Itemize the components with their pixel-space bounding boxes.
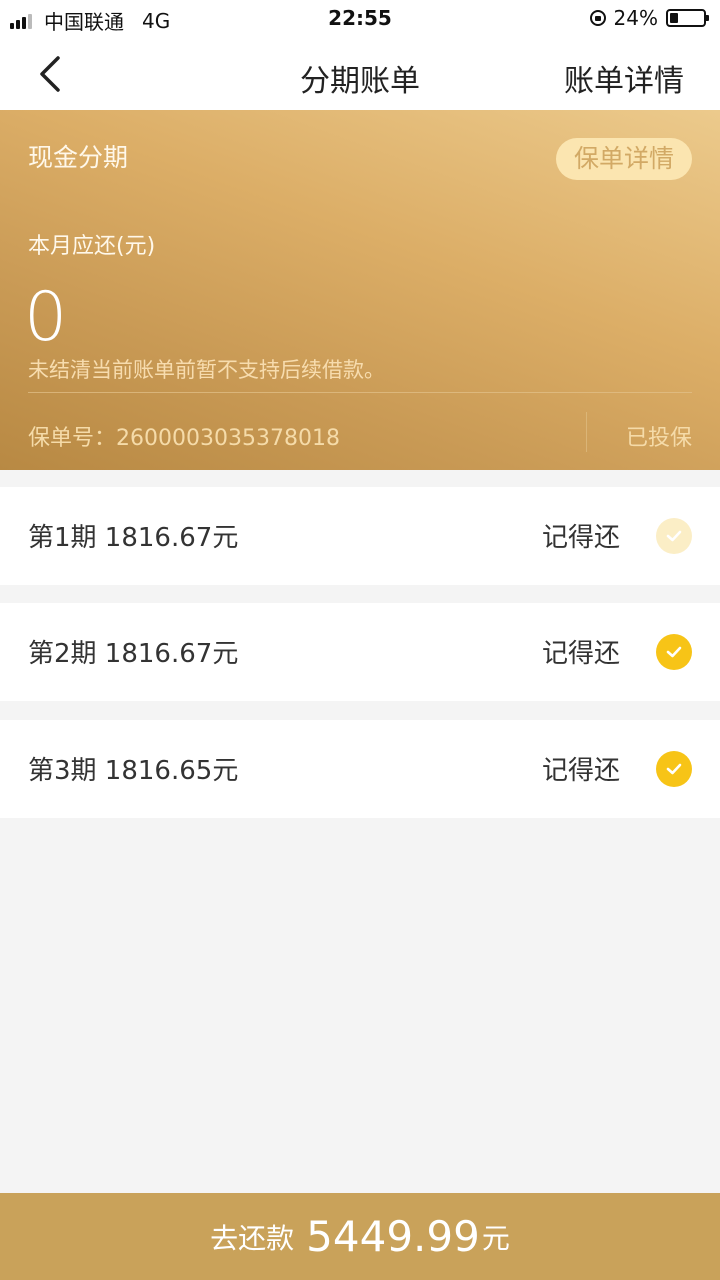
card-title: 现金分期	[28, 143, 129, 172]
repay-button[interactable]: 去还款 5449.99 元	[0, 1193, 720, 1280]
policy-details-button[interactable]: 保单详情	[555, 138, 692, 180]
page: 中国联通 4G 22:55 24% 分期账单 账单详情 现金分期 保单详情 本月…	[0, 0, 720, 1280]
monthly-due-amount: 0	[24, 278, 68, 357]
repay-unit: 元	[481, 1221, 510, 1255]
reminder-label: 记得还	[541, 756, 620, 786]
bill-details-link[interactable]: 账单详情	[564, 56, 684, 100]
reminder-label: 记得还	[541, 639, 620, 669]
installment-row-1[interactable]: 第1期 1816.67元 记得还	[0, 487, 720, 585]
installment-label: 第3期 1816.65元	[28, 756, 239, 786]
card-divider	[28, 392, 692, 393]
reminder-label: 记得还	[541, 523, 620, 553]
installment-label: 第1期 1816.67元	[28, 523, 239, 553]
status-bar: 中国联通 4G 22:55 24%	[0, 0, 720, 36]
reminder-check-icon[interactable]	[656, 634, 692, 670]
loan-notice: 未结清当前账单前暂不支持后续借款。	[28, 358, 385, 382]
installment-row-2[interactable]: 第2期 1816.67元 记得还	[0, 603, 720, 701]
installment-row-3[interactable]: 第3期 1816.65元 记得还	[0, 720, 720, 818]
status-right: 24%	[589, 6, 709, 30]
rotation-lock-icon	[589, 10, 606, 26]
installment-summary-card: 现金分期 保单详情 本月应还(元) 0 未结清当前账单前暂不支持后续借款。 保单…	[0, 110, 720, 470]
battery-percent: 24%	[613, 6, 658, 30]
monthly-due-label: 本月应还(元)	[28, 234, 156, 259]
insured-status: 已投保	[625, 426, 692, 451]
policy-number: 保单号：2600003035378018	[28, 426, 340, 451]
nav-bar: 分期账单 账单详情	[0, 36, 720, 110]
card-vertical-divider	[586, 412, 587, 452]
repay-label: 去还款	[210, 1221, 295, 1255]
battery-icon	[666, 9, 709, 27]
repay-amount: 5449.99	[306, 1212, 480, 1261]
reminder-check-icon[interactable]	[656, 751, 692, 787]
reminder-check-icon[interactable]	[656, 518, 692, 554]
installment-label: 第2期 1816.67元	[28, 639, 239, 669]
